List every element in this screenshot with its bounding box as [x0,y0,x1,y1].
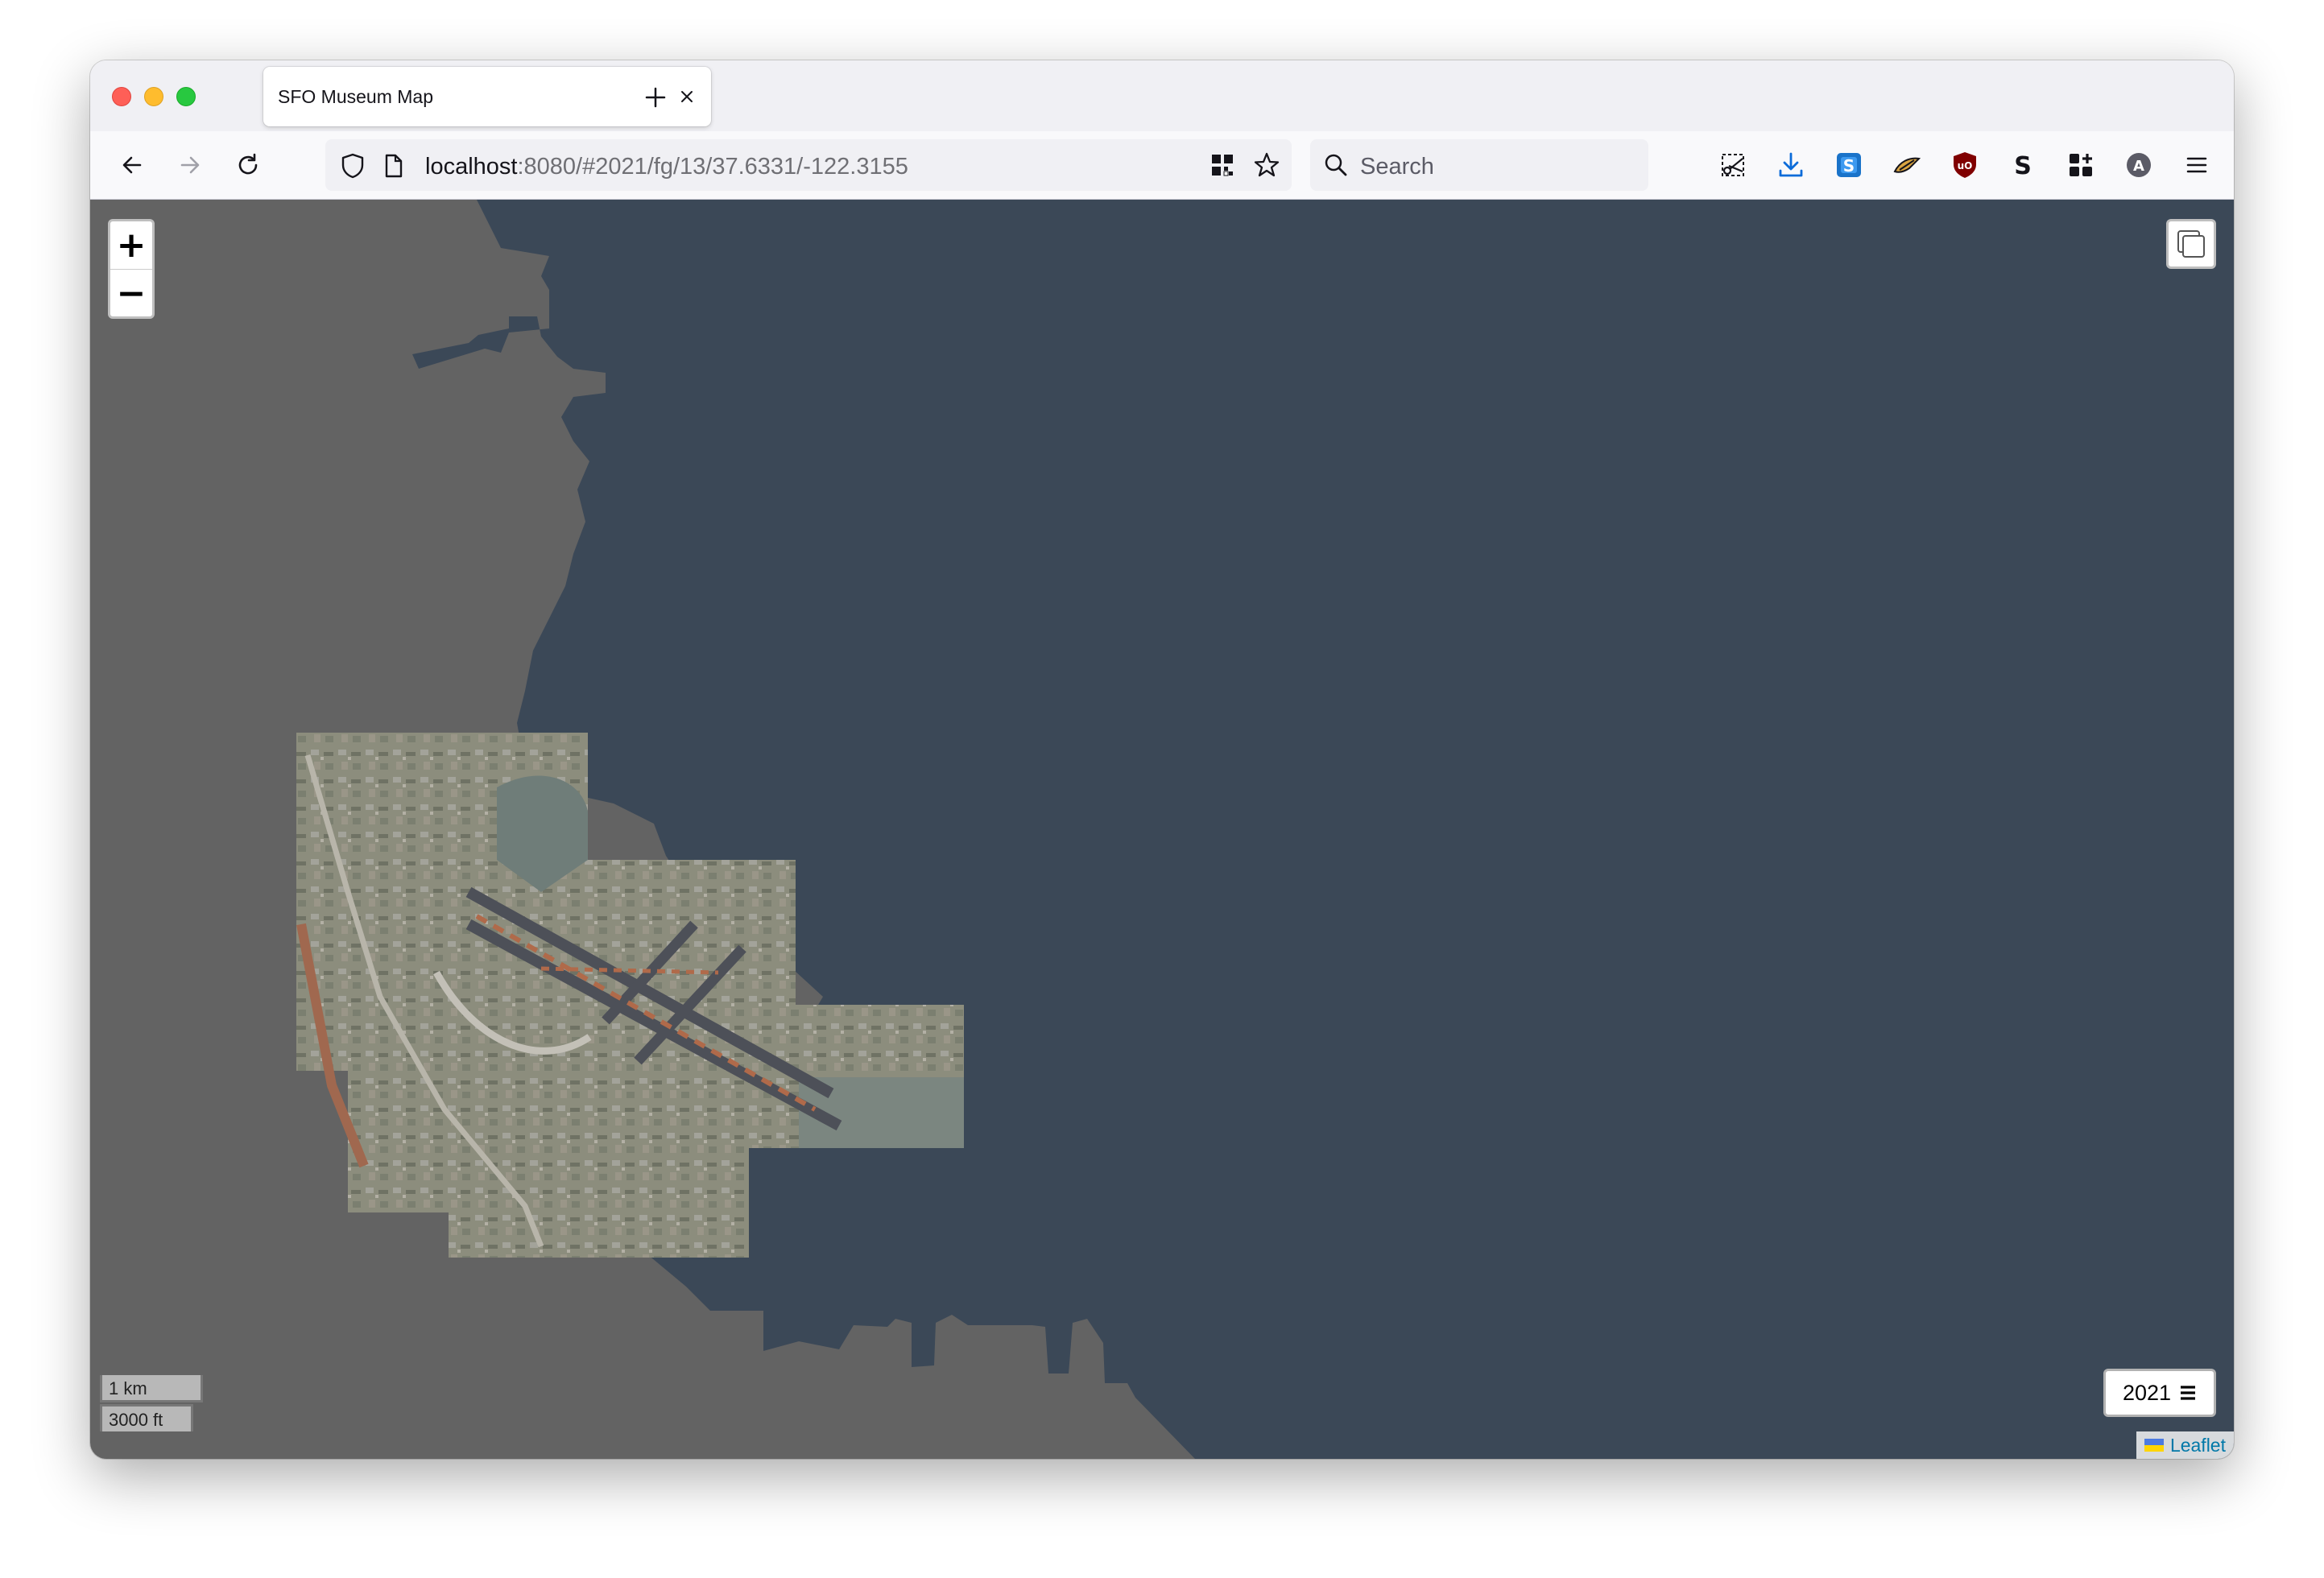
zoom-out-button[interactable]: − [110,270,152,317]
forward-arrow-icon [180,156,200,174]
browser-window: SFO Museum Map localhost:8080/#2021/fg/1… [90,60,2234,1459]
forward-button[interactable] [172,147,208,183]
gesture-extension-icon[interactable] [1889,147,1925,183]
year-selector-button[interactable]: 2021 [2103,1369,2216,1417]
extensions-puzzle-icon[interactable] [2063,147,2099,183]
svg-text:A: A [2133,158,2144,175]
imagery-tile-bottom [449,1206,749,1258]
leaflet-link[interactable]: Leaflet [2170,1435,2226,1456]
navigation-toolbar: localhost:8080/#2021/fg/13/37.6331/-122.… [90,131,2234,200]
tab-title: SFO Museum Map [278,86,433,107]
ublock-origin-icon[interactable]: uO [1947,147,1983,183]
attribution-control: Leaflet [2136,1431,2234,1459]
list-menu-icon [2181,1386,2196,1400]
scale-metric: 1 km [100,1375,203,1402]
back-arrow-icon [122,156,142,174]
zoom-control: + − [108,219,155,319]
back-button[interactable] [114,147,150,183]
search-placeholder: Search [1360,154,1434,180]
downloads-icon[interactable] [1773,147,1809,183]
window-minimize-button[interactable] [144,87,163,106]
tracking-protection-shield-icon[interactable] [340,152,366,184]
search-box[interactable]: Search [1310,139,1648,191]
svg-text:uO: uO [1958,160,1973,171]
scale-control: 1 km 3000 ft [100,1375,203,1431]
close-tab-icon[interactable] [672,82,701,111]
map-base-layer [296,200,2234,1459]
url-text: localhost:8080/#2021/fg/13/37.6331/-122.… [425,154,908,180]
account-avatar-icon[interactable]: A [2121,147,2157,183]
bookmark-star-icon[interactable] [1253,151,1280,183]
qr-code-icon[interactable] [1210,152,1235,182]
reload-icon [238,153,258,175]
s-extension-icon[interactable]: S [1831,147,1867,183]
window-close-button[interactable] [112,87,131,106]
tab-strip: SFO Museum Map [90,60,2234,131]
window-maximize-button[interactable] [176,87,196,106]
svg-text:S: S [1843,156,1855,176]
screenshot-scissors-icon[interactable] [1715,147,1751,183]
svg-text:S: S [2014,152,2032,180]
scale-imperial: 3000 ft [100,1404,193,1431]
address-bar[interactable]: localhost:8080/#2021/fg/13/37.6331/-122.… [325,139,1292,191]
layers-icon [2177,230,2205,258]
imagery-tile-south [348,1071,749,1212]
map-container[interactable]: + − 2021 1 km 3000 ft Leaflet [90,200,2234,1459]
new-tab-button[interactable] [639,81,672,114]
search-icon [1323,152,1349,182]
reload-button[interactable] [230,147,266,183]
page-info-icon[interactable] [383,153,404,183]
hamburger-menu-icon[interactable] [2179,147,2214,183]
zoom-in-button[interactable]: + [110,221,152,270]
s-dollar-extension-icon[interactable]: S [2005,147,2041,183]
ukraine-flag-icon [2144,1439,2164,1452]
layers-control-button[interactable] [2166,219,2216,269]
bay-water [412,200,2234,1459]
year-label: 2021 [2122,1380,2172,1405]
